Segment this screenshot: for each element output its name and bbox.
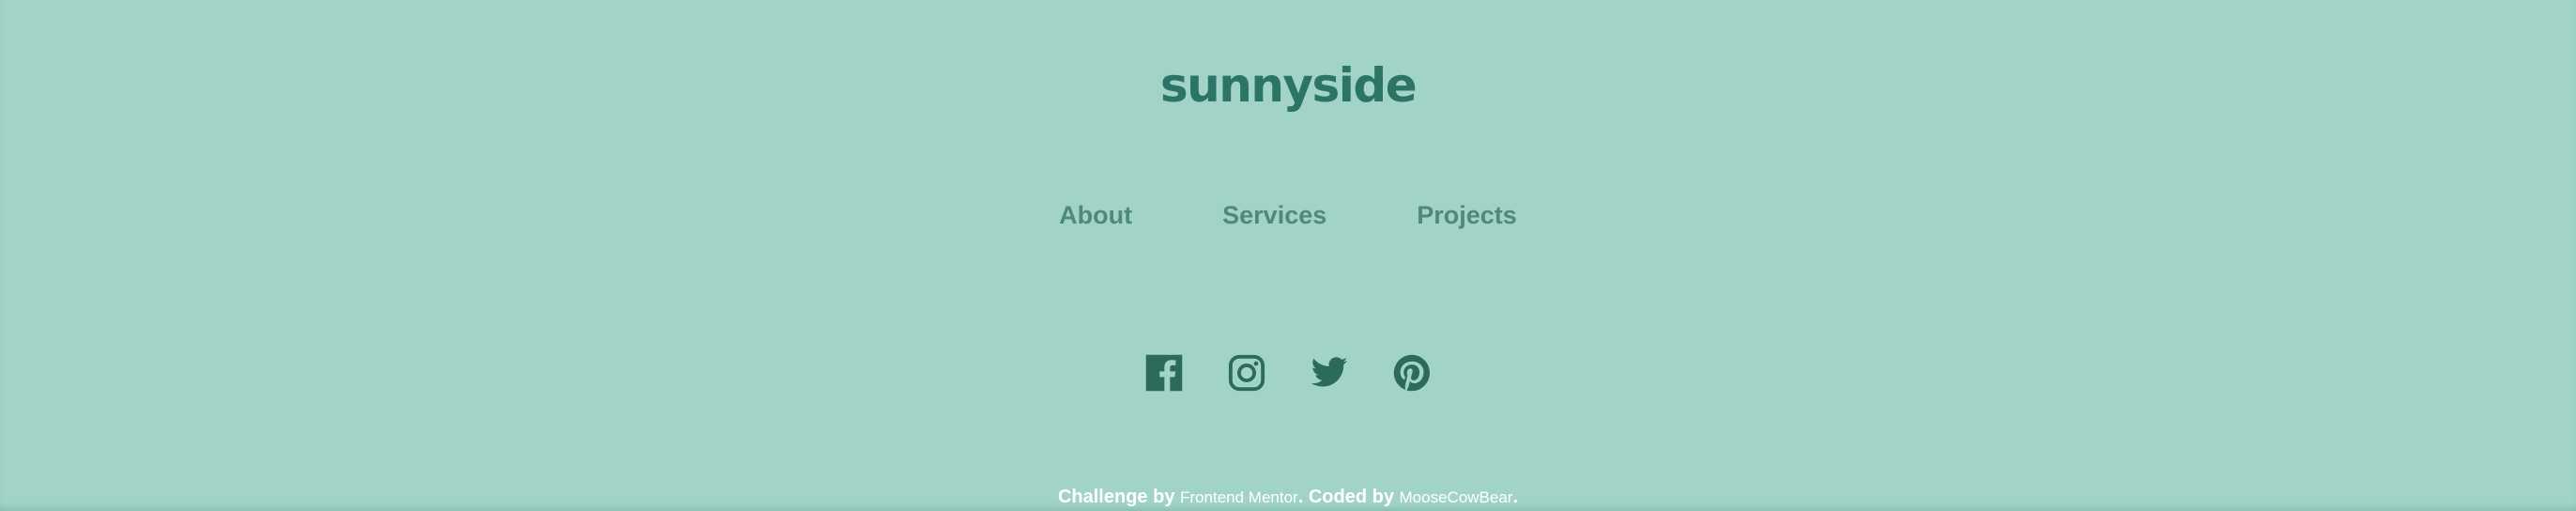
social-links [0,353,2576,393]
attribution-challenge-prefix: Challenge by [1057,487,1175,507]
footer-nav-about-link[interactable]: About [1059,199,1132,231]
footer-nav-projects-link[interactable]: Projects [1417,199,1517,231]
site-footer: sunnyside About Services Projects Challe… [0,0,2576,511]
frontend-mentor-link[interactable]: Frontend Mentor [1180,488,1298,506]
instagram-icon [1228,354,1265,392]
attribution-separator: . [1297,487,1304,507]
pinterest-icon [1393,354,1430,392]
facebook-link[interactable] [1144,353,1184,393]
pinterest-link[interactable] [1392,353,1432,393]
attribution-coded-prefix: Coded by [1308,487,1394,507]
twitter-link[interactable] [1310,353,1349,393]
twitter-icon [1311,357,1348,387]
facebook-icon [1145,354,1183,392]
footer-nav: About Services Projects [0,199,2576,231]
instagram-link[interactable] [1227,353,1266,393]
footer-nav-services-link[interactable]: Services [1222,199,1326,231]
author-link[interactable]: MooseCowBear [1400,488,1513,506]
footer-logo[interactable]: sunnyside [0,62,2576,109]
attribution: Challenge by Frontend Mentor. Coded by M… [0,485,2576,510]
attribution-end: . [1512,487,1519,507]
